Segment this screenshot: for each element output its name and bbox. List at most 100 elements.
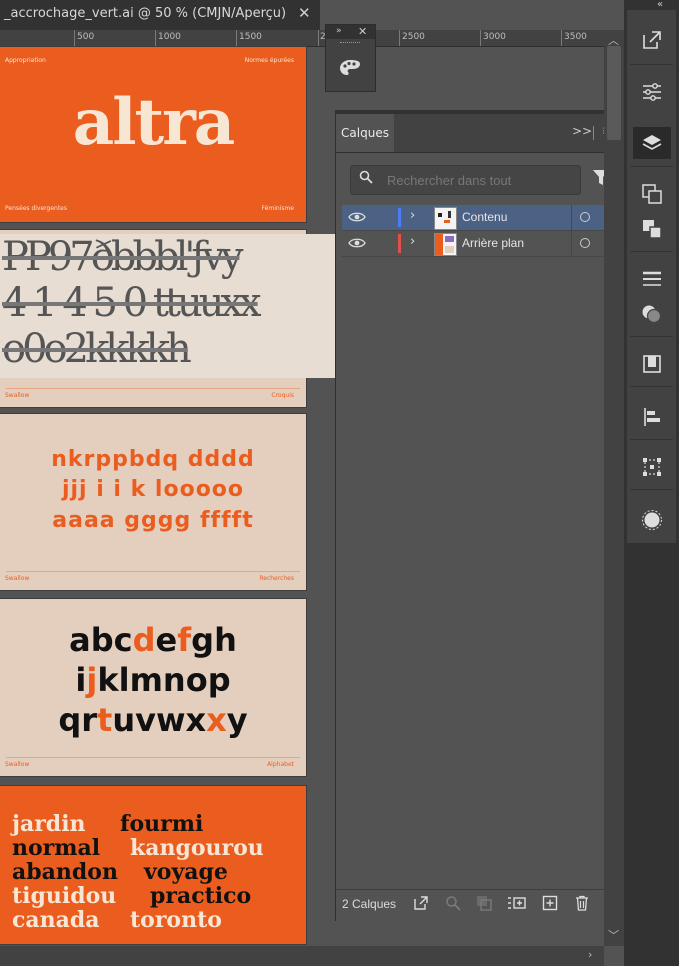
- divider: [630, 336, 673, 337]
- export-icon[interactable]: [412, 895, 430, 913]
- layer-thumbnail: [434, 233, 457, 256]
- word: tiguidou: [12, 883, 117, 909]
- word: practico: [150, 883, 252, 909]
- divider: [6, 571, 300, 572]
- glyph-row: aaaa gggg fffft: [52, 508, 254, 533]
- divider: [630, 64, 673, 65]
- alphabet-row: qrtuvwxxy: [0, 701, 306, 739]
- document-title: _accrochage_vert.ai @ 50 % (CMJN/Aperçu): [4, 6, 287, 21]
- artboard-footer: Recherches: [259, 575, 294, 582]
- eye-icon[interactable]: [348, 235, 366, 251]
- artboard-2[interactable]: PP9‍7ðbbbl'ƒvy 4 1 4 5 0 ttuuxx o0o2kkkk…: [0, 230, 336, 407]
- transparency-icon[interactable]: [633, 298, 671, 330]
- new-sublayer-icon[interactable]: [507, 895, 526, 913]
- chevron-right-icon[interactable]: ›: [410, 208, 415, 223]
- chevron-right-icon[interactable]: ›: [410, 234, 415, 249]
- grip-handle[interactable]: [340, 42, 360, 46]
- artboard-headline: altra: [72, 85, 236, 160]
- artboard-1[interactable]: Appropriation Normes épurées altra Pensé…: [0, 47, 306, 222]
- glyph-highlight: x: [206, 701, 227, 739]
- scrollbar-thumb[interactable]: [607, 46, 621, 140]
- layer-name[interactable]: Contenu: [462, 210, 507, 224]
- clipping-mask-icon[interactable]: [475, 895, 493, 913]
- libraries-icon[interactable]: [633, 348, 671, 380]
- artboard-3[interactable]: nkrppbdq dddd jjj i i k looooo aaaa gggg…: [0, 414, 306, 590]
- artboard-footer: Swallow: [5, 575, 30, 582]
- align-icon[interactable]: [633, 401, 671, 433]
- collapse-panel-icon[interactable]: >>: [572, 124, 592, 138]
- ruler-tick: [74, 30, 75, 46]
- sketch-row: PP9‍7ðbbbl'ƒvy: [2, 234, 243, 280]
- word: voyage: [144, 859, 228, 885]
- target-circle-icon[interactable]: [580, 238, 590, 248]
- divider: [630, 251, 673, 252]
- layer-row[interactable]: › Contenu: [342, 205, 617, 231]
- panel-header[interactable]: » ✕: [326, 25, 375, 39]
- artboard-footer: Swallow: [5, 392, 30, 399]
- search-input[interactable]: [385, 170, 574, 190]
- artboards-icon[interactable]: [633, 178, 671, 210]
- layer-color-bar: [398, 208, 401, 227]
- artboard-footer: Alphabet: [267, 761, 294, 768]
- layers-panel[interactable]: Calques >> ≡ › Contenu ›: [335, 110, 626, 921]
- trash-icon[interactable]: [573, 895, 591, 913]
- properties-sliders-icon[interactable]: [633, 76, 671, 108]
- ruler-tick: [236, 30, 237, 46]
- collapse-dock-icon[interactable]: «: [657, 0, 663, 10]
- scroll-down-icon[interactable]: ﹀: [608, 927, 619, 943]
- layer-count: 2 Calques: [342, 897, 397, 911]
- artboard-text: Appropriation: [5, 57, 46, 64]
- horizontal-ruler[interactable]: 500 1000 1500 2 2500 3000 3500: [0, 30, 624, 47]
- tab-calques[interactable]: Calques: [336, 114, 394, 152]
- artboard-footer: Croquis: [271, 392, 294, 399]
- layers-icon[interactable]: [633, 127, 671, 159]
- locate-object-icon[interactable]: [444, 895, 462, 913]
- dock-strip: [627, 10, 676, 543]
- eye-icon[interactable]: [348, 209, 366, 225]
- scroll-right-icon[interactable]: ›: [588, 948, 592, 961]
- glyphs: gh: [191, 621, 237, 659]
- search-box[interactable]: [350, 165, 581, 195]
- close-panel-icon[interactable]: ✕: [358, 25, 367, 38]
- export-asset-icon[interactable]: [633, 24, 671, 56]
- artboard-text: Féminisme: [261, 205, 294, 212]
- ruler-tick: [399, 30, 400, 46]
- vertical-scrollbar[interactable]: ︿ ﹀: [604, 30, 624, 946]
- appearance-icon[interactable]: [633, 504, 671, 536]
- panel-tabbar: Calques >> ≡: [336, 114, 625, 153]
- sketch-row: o0o2kkkkh: [2, 326, 192, 372]
- glyphs: y: [226, 701, 248, 739]
- pathfinder-icon[interactable]: [633, 213, 671, 245]
- sketch-image: PP9‍7ðbbbl'ƒvy 4 1 4 5 0 ttuuxx o0o2kkkk…: [0, 234, 336, 378]
- layer-row[interactable]: › Arrière plan: [342, 231, 617, 257]
- search-icon: [359, 170, 373, 188]
- glyph-row: nkrppbdq dddd: [51, 447, 255, 472]
- artboard-4[interactable]: abcdefgh ijklmnop qrtuvwxxy Swallow Alph…: [0, 599, 306, 776]
- word: kangourou: [130, 835, 264, 861]
- collapsed-panel[interactable]: » ✕: [325, 24, 376, 92]
- glyph-highlight: f: [177, 621, 192, 659]
- layer-name[interactable]: Arrière plan: [462, 236, 524, 250]
- expand-panel-icon[interactable]: »: [336, 26, 342, 36]
- ruler-label: 500: [77, 32, 95, 42]
- word: fourmi: [120, 811, 204, 837]
- artboard-5[interactable]: jardin fourmi normal kangourou abandon v…: [0, 786, 306, 944]
- glyphs: i: [75, 661, 87, 699]
- transform-icon[interactable]: [633, 451, 671, 483]
- divider: [593, 126, 594, 140]
- ruler-label: 1000: [158, 32, 181, 42]
- ruler-tick: [318, 30, 319, 46]
- stroke-icon[interactable]: [633, 263, 671, 295]
- palette-icon[interactable]: [338, 58, 362, 83]
- target-circle-icon[interactable]: [580, 212, 590, 222]
- glyphs: abc: [69, 621, 133, 659]
- new-layer-icon[interactable]: [541, 895, 559, 913]
- divider: [630, 386, 673, 387]
- document-tab[interactable]: _accrochage_vert.ai @ 50 % (CMJN/Aperçu)…: [0, 0, 320, 30]
- close-document-icon[interactable]: ✕: [298, 4, 311, 22]
- glyphs: klmnop: [97, 661, 231, 699]
- ruler-label: 3000: [483, 32, 506, 42]
- right-panel-dock: «: [624, 0, 679, 966]
- word: jardin: [12, 811, 86, 837]
- horizontal-scrollbar[interactable]: ›: [0, 946, 604, 966]
